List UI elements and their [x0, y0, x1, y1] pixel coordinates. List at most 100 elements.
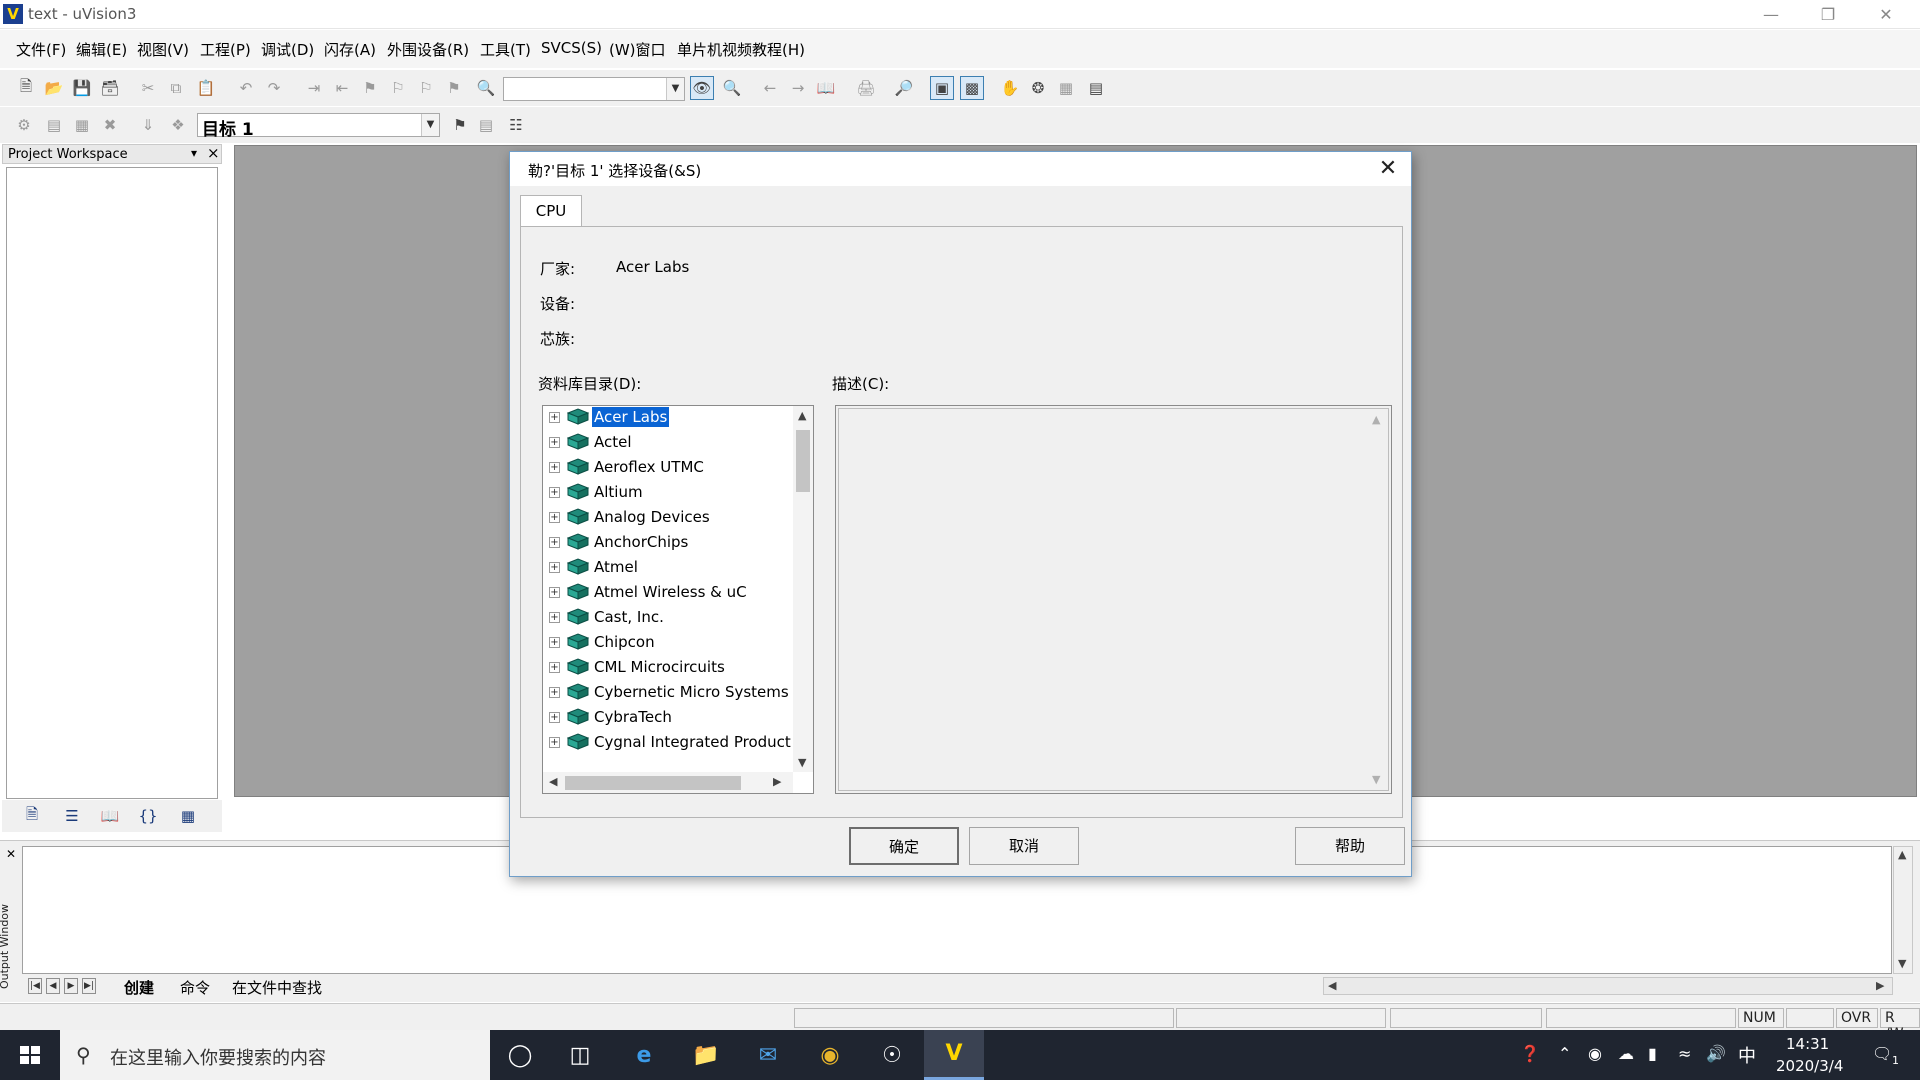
print-icon[interactable]: 🖨: [854, 76, 878, 100]
tree-item[interactable]: + Atmel: [543, 556, 783, 580]
menu-project[interactable]: 工程(P): [200, 39, 251, 60]
notification-center-icon[interactable]: 🗨: [1872, 1044, 1892, 1063]
tab-first-icon[interactable]: |◀: [28, 978, 42, 994]
workspace-close-icon[interactable]: ×: [207, 144, 220, 162]
back-arrow-icon[interactable]: ←: [758, 76, 782, 100]
tab-prev-icon[interactable]: ◀: [46, 978, 60, 994]
rebuild-icon[interactable]: ▦: [70, 113, 94, 137]
translate-icon[interactable]: ⚙: [12, 113, 36, 137]
zoom-icon[interactable]: 🔎: [892, 76, 916, 100]
tab-next-icon[interactable]: ▶: [64, 978, 78, 994]
incremental-find-icon[interactable]: 🔍: [720, 76, 744, 100]
workspace-pin-icon[interactable]: ▾: [191, 146, 197, 160]
tree-item[interactable]: + Cybernetic Micro Systems: [543, 681, 789, 705]
chrome-icon[interactable]: ◉: [800, 1030, 860, 1080]
books-tab-icon[interactable]: 📖: [96, 804, 124, 828]
source-browser-icon[interactable]: ❂: [1026, 76, 1050, 100]
workspace-tree-panel[interactable]: [6, 167, 218, 799]
expand-icon[interactable]: +: [549, 587, 560, 598]
volume-icon[interactable]: 🔊: [1706, 1044, 1726, 1063]
workspace-window-icon[interactable]: ▣: [930, 76, 954, 100]
paste-icon[interactable]: 📋: [194, 76, 218, 100]
restore-button[interactable]: ❐: [1800, 0, 1856, 29]
clock-time[interactable]: 14:31: [1786, 1035, 1829, 1053]
menu-view[interactable]: 视图(V): [137, 39, 189, 60]
batch-build-icon[interactable]: ❖: [166, 113, 190, 137]
output-close-icon[interactable]: ✕: [6, 847, 16, 861]
bookmark-toggle-icon[interactable]: ⚑: [358, 76, 382, 100]
expand-icon[interactable]: +: [549, 537, 560, 548]
scroll-right-icon[interactable]: ▶: [773, 775, 781, 788]
windows-start-icon[interactable]: [0, 1030, 60, 1080]
scroll-up-icon[interactable]: ▲: [1898, 848, 1906, 861]
chevron-up-icon[interactable]: ⌃: [1558, 1044, 1571, 1063]
indent-icon[interactable]: ⇥: [302, 76, 326, 100]
scroll-down-icon[interactable]: ▼: [798, 756, 806, 769]
close-window-button[interactable]: ✕: [1858, 0, 1914, 29]
tab-find-in-files[interactable]: 在文件中查找: [232, 977, 322, 998]
tree-item[interactable]: + CybraTech: [543, 706, 783, 730]
output-vertical-scrollbar[interactable]: ▲ ▼: [1893, 846, 1913, 974]
new-file-icon[interactable]: 🗎: [14, 76, 38, 100]
menu-svcs[interactable]: SVCS(S): [541, 39, 602, 57]
expand-icon[interactable]: +: [549, 637, 560, 648]
scroll-right-icon[interactable]: ▶: [1876, 979, 1884, 992]
find-in-files-icon[interactable]: 🔍: [474, 76, 498, 100]
tree-vertical-thumb[interactable]: [796, 430, 810, 492]
templates-tab-icon[interactable]: ▦: [174, 804, 202, 828]
menu-file[interactable]: 文件(F): [16, 39, 66, 60]
tab-last-icon[interactable]: ▶|: [82, 978, 96, 994]
description-text[interactable]: ▲ ▼: [838, 408, 1389, 791]
tree-item[interactable]: + Chipcon: [543, 631, 783, 655]
tree-item[interactable]: + Analog Devices: [543, 506, 783, 530]
tree-item[interactable]: + Aeroflex UTMC: [543, 456, 783, 480]
hand-icon[interactable]: ✋: [998, 76, 1022, 100]
tree-item[interactable]: + CML Microcircuits: [543, 656, 783, 680]
bookmark-prev-icon[interactable]: ⚐: [386, 76, 410, 100]
taskbar-search-box[interactable]: ⚲ 在这里输入你要搜索的内容: [60, 1030, 490, 1080]
target-options-icon[interactable]: ⚑: [448, 113, 472, 137]
tree-item[interactable]: + AnchorChips: [543, 531, 783, 555]
expand-icon[interactable]: +: [549, 412, 560, 423]
tab-cpu[interactable]: CPU: [520, 195, 582, 227]
scroll-up-icon[interactable]: ▲: [798, 409, 806, 422]
copy-icon[interactable]: ⧉: [164, 76, 188, 100]
file-explorer-icon[interactable]: 📁: [676, 1030, 736, 1080]
bookmark-clear-icon[interactable]: ⚑: [442, 76, 466, 100]
menu-video-tutorials[interactable]: 单片机视频教程(H): [677, 39, 805, 60]
tab-build[interactable]: 创建: [124, 977, 154, 998]
expand-icon[interactable]: +: [549, 612, 560, 623]
cancel-button[interactable]: 取消: [969, 827, 1079, 865]
scroll-down-icon[interactable]: ▼: [1898, 957, 1906, 970]
menu-peripherals[interactable]: 外围设备(R): [387, 39, 469, 60]
browse-icon[interactable]: 📖: [814, 76, 838, 100]
dialog-close-icon[interactable]: ✕: [1373, 154, 1403, 184]
menu-flash[interactable]: 闪存(A): [324, 39, 376, 60]
build-icon[interactable]: ▤: [42, 113, 66, 137]
find-combo[interactable]: ▼: [503, 77, 685, 101]
expand-icon[interactable]: +: [549, 712, 560, 723]
obs-icon[interactable]: ☉: [862, 1030, 922, 1080]
target-select[interactable]: 目标 1 ▼: [197, 113, 440, 140]
ok-button[interactable]: 确定: [849, 827, 959, 865]
bookmark-next-icon[interactable]: ⚐: [414, 76, 438, 100]
cut-icon[interactable]: ✂: [136, 76, 160, 100]
functions-tab-icon[interactable]: {}: [134, 804, 162, 828]
open-folder-icon[interactable]: 📂: [42, 76, 66, 100]
unindent-icon[interactable]: ⇤: [330, 76, 354, 100]
output-window-icon[interactable]: ▩: [960, 76, 984, 100]
cortana-icon[interactable]: ◯: [490, 1030, 550, 1080]
tray-app-icon[interactable]: ◉: [1588, 1044, 1602, 1063]
help-button[interactable]: 帮助: [1295, 827, 1405, 865]
redo-icon[interactable]: ↷: [262, 76, 286, 100]
wifi-icon[interactable]: ≈: [1678, 1044, 1691, 1063]
expand-icon[interactable]: +: [549, 487, 560, 498]
expand-icon[interactable]: +: [549, 662, 560, 673]
settings-icon[interactable]: ▤: [1084, 76, 1108, 100]
tree-item[interactable]: + Actel: [543, 431, 783, 455]
save-icon[interactable]: 💾: [70, 76, 94, 100]
files-tab-icon[interactable]: 🗎: [18, 804, 46, 828]
mail-icon[interactable]: ✉: [738, 1030, 798, 1080]
file-extensions-icon[interactable]: ▤: [474, 113, 498, 137]
menu-debug[interactable]: 调试(D): [261, 39, 314, 60]
